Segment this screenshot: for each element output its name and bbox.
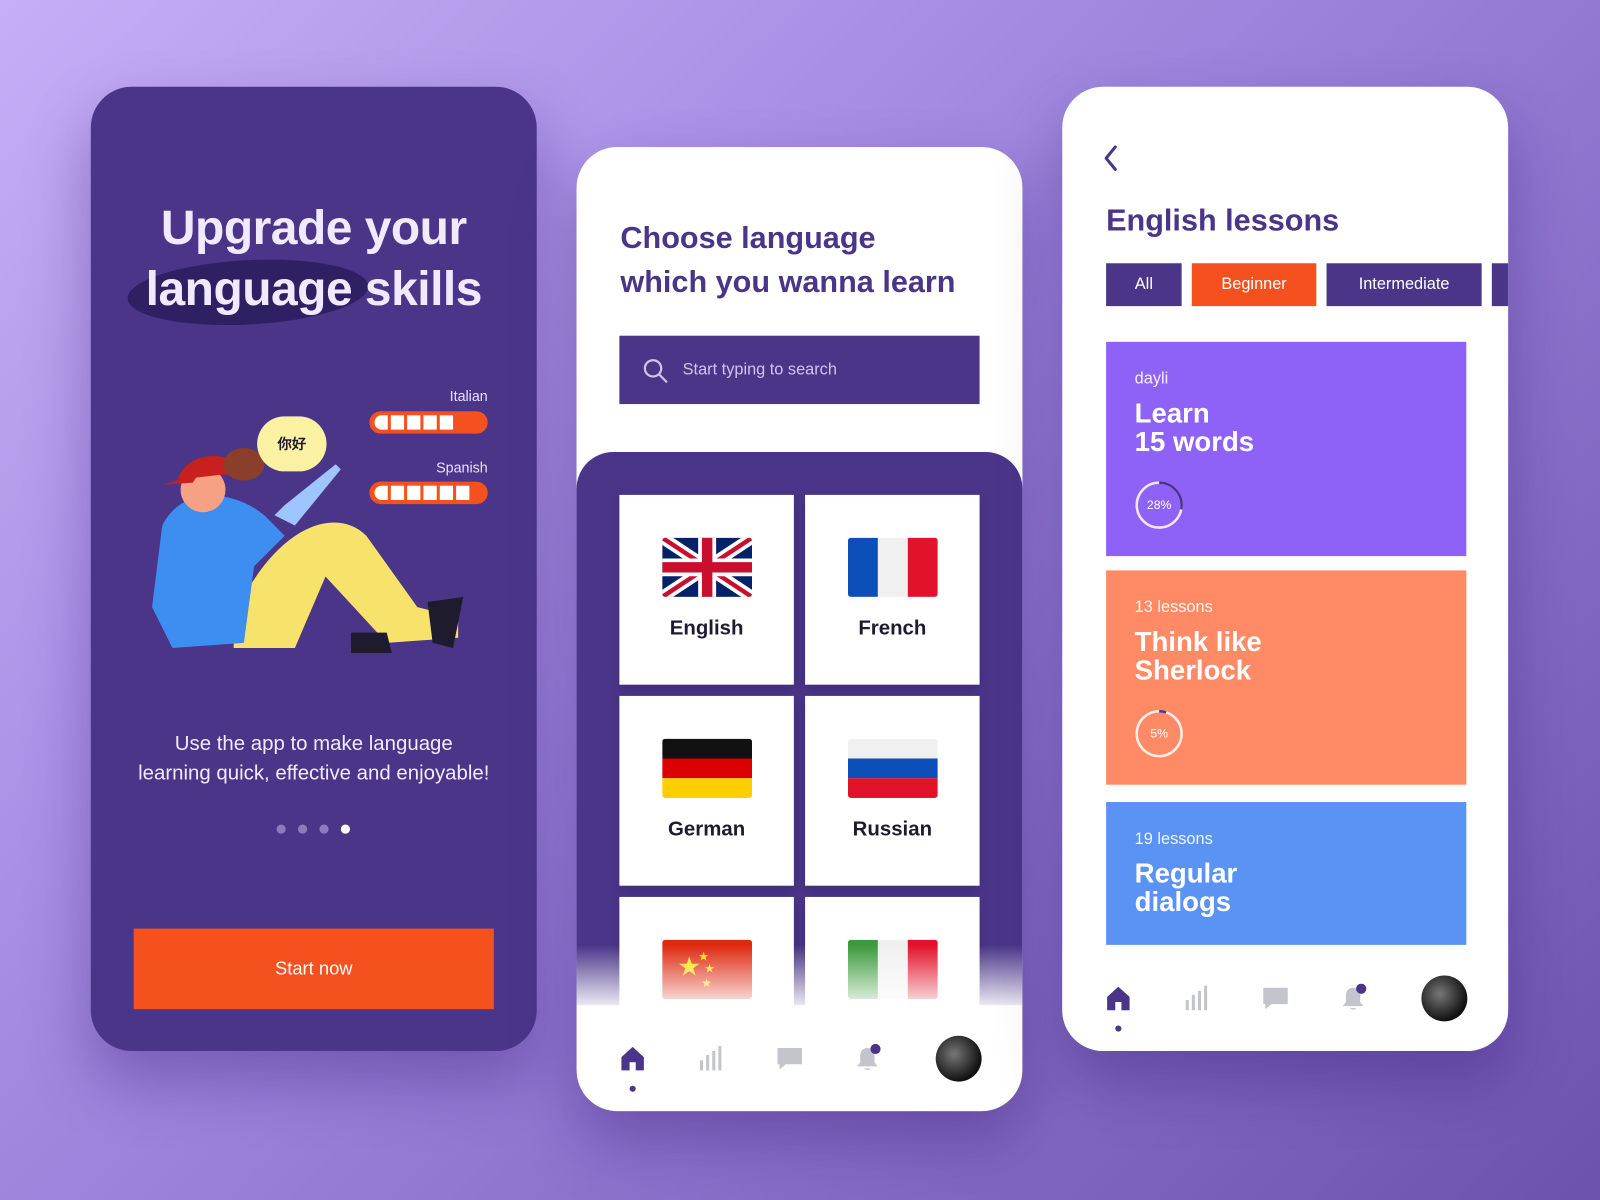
russia-flag-icon	[847, 738, 938, 798]
bottom-nav	[576, 1005, 1023, 1112]
filter-tab-all[interactable]: All	[1106, 263, 1182, 307]
scroll-fade	[576, 944, 1023, 1007]
level-segment	[456, 485, 470, 500]
language-label: English	[669, 617, 744, 640]
level-segment	[423, 485, 437, 500]
level-segment	[390, 485, 405, 500]
level-label-italian: Italian	[449, 387, 488, 405]
description-line-2: learning quick, effective and enjoyable!	[138, 762, 490, 785]
back-chevron-icon[interactable]	[1101, 144, 1121, 173]
level-segment	[374, 415, 388, 430]
home-icon[interactable]	[1104, 984, 1133, 1013]
lessons-screen: English lessons All Beginner Intermediat…	[1062, 86, 1509, 1052]
filter-tab-more[interactable]	[1491, 263, 1509, 307]
filter-tab-intermediate[interactable]: Intermediate	[1326, 263, 1482, 307]
level-label-spanish: Spanish	[436, 459, 488, 476]
page-dot[interactable]	[276, 824, 286, 834]
lesson-card[interactable]: dayli Learn 15 words 28%	[1106, 341, 1467, 557]
avatar[interactable]	[1421, 975, 1468, 1022]
language-label: French	[858, 617, 927, 640]
progress-ring: 5%	[1135, 709, 1184, 758]
bell-icon[interactable]	[853, 1043, 882, 1073]
level-bar-italian	[369, 411, 488, 434]
description-line-1: Use the app to make language	[174, 732, 453, 756]
speech-bubble: 你好	[257, 416, 327, 472]
active-indicator	[629, 1085, 636, 1092]
page-title-line-2: which you wanna learn	[620, 265, 956, 299]
lesson-subtitle: 19 lessons	[1134, 830, 1213, 848]
language-card-russian[interactable]: Russian	[805, 695, 980, 886]
lesson-subtitle: 13 lessons	[1134, 598, 1213, 617]
page-title-line-1: Choose language	[620, 221, 876, 256]
page-dot[interactable]	[297, 824, 308, 834]
page-dot[interactable]	[319, 824, 329, 834]
level-segment	[407, 415, 421, 430]
germany-flag-icon	[662, 738, 753, 798]
bottom-nav	[1062, 944, 1509, 1052]
lesson-subtitle: dayli	[1134, 370, 1169, 388]
level-segment	[390, 415, 405, 430]
level-segment	[439, 485, 454, 500]
filter-tab-beginner[interactable]: Beginner	[1191, 263, 1317, 307]
lesson-title: Think like Sherlock	[1134, 626, 1262, 686]
choose-language-screen: Choose language which you wanna learn St…	[576, 146, 1023, 1112]
language-label: German	[668, 818, 746, 841]
uk-flag-icon	[662, 537, 753, 597]
language-card-french[interactable]: French	[805, 494, 980, 685]
title-line-2: language skills	[145, 261, 483, 316]
search-icon	[643, 358, 668, 383]
level-bar-spanish	[369, 481, 488, 505]
lesson-title: Learn 15 words	[1134, 397, 1255, 458]
start-now-button[interactable]: Start now	[133, 928, 494, 1010]
search-input[interactable]: Start typing to search	[619, 335, 980, 405]
progress-label: 5%	[1150, 726, 1169, 741]
progress-ring: 28%	[1135, 481, 1184, 530]
bell-icon[interactable]	[1339, 983, 1368, 1013]
title-line-1: Upgrade your	[160, 199, 467, 255]
chat-icon[interactable]	[1261, 984, 1290, 1013]
language-card-english[interactable]: English	[619, 494, 794, 685]
stats-icon[interactable]	[1183, 984, 1212, 1013]
level-segment	[374, 485, 388, 500]
active-indicator	[1115, 1025, 1122, 1032]
avatar[interactable]	[935, 1035, 982, 1082]
language-label: Russian	[852, 818, 933, 841]
onboarding-screen: Upgrade your language skills 你好 Italian …	[90, 86, 537, 1052]
page-title: English lessons	[1106, 204, 1340, 238]
page-dot-active[interactable]	[340, 824, 350, 834]
progress-label: 28%	[1146, 497, 1172, 513]
lesson-card[interactable]: 13 lessons Think like Sherlock 5%	[1106, 570, 1467, 785]
language-card-german[interactable]: German	[619, 695, 794, 886]
stats-icon[interactable]	[697, 1044, 726, 1073]
level-segment	[423, 415, 437, 430]
chat-icon[interactable]	[776, 1044, 805, 1073]
france-flag-icon	[847, 537, 938, 597]
level-segment	[407, 485, 421, 500]
search-placeholder: Start typing to search	[682, 360, 837, 379]
level-segment	[439, 415, 454, 430]
lesson-title: Regular dialogs	[1134, 858, 1238, 918]
home-icon[interactable]	[618, 1044, 647, 1073]
